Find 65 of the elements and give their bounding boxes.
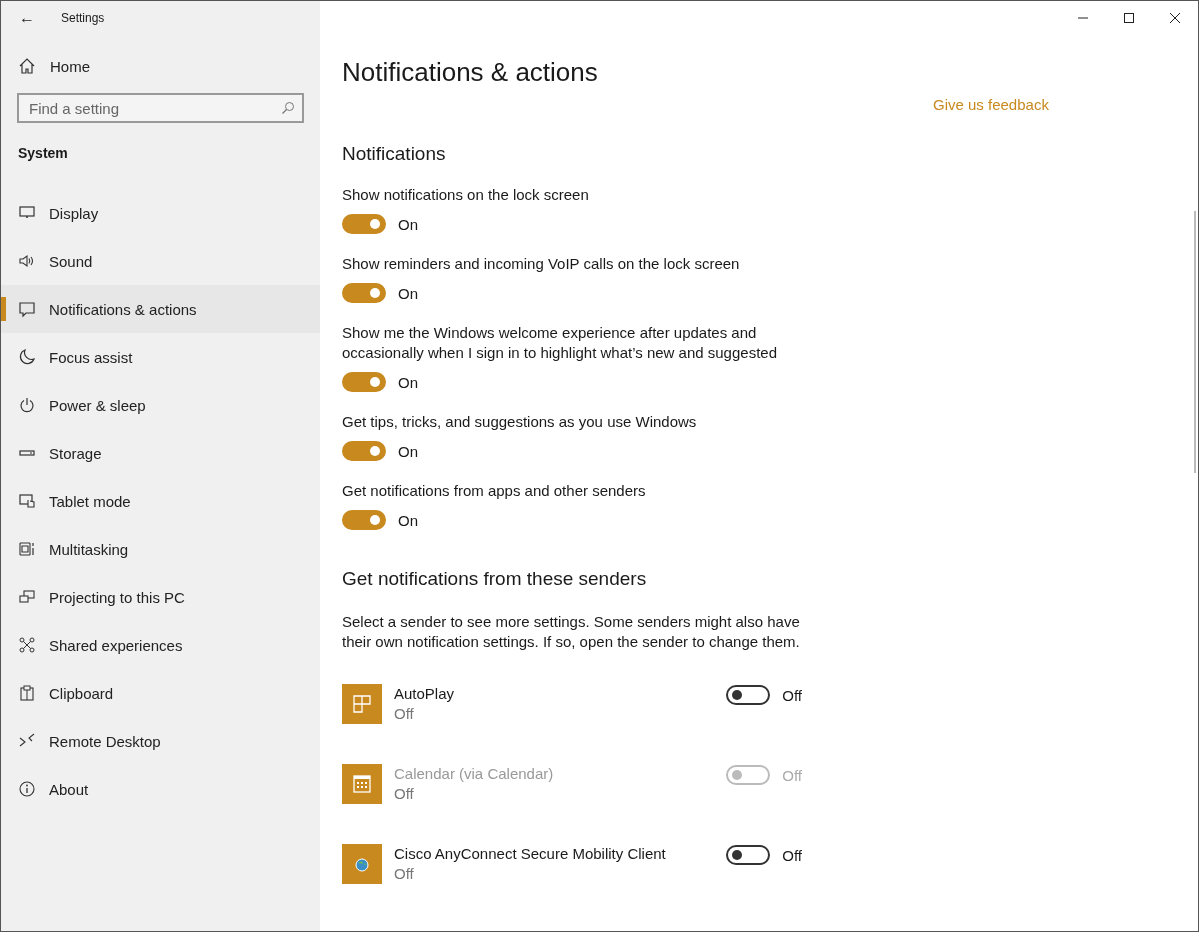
- toggle-switch[interactable]: [342, 510, 386, 530]
- setting-label: Get tips, tricks, and suggestions as you use Windows: [342, 412, 698, 432]
- sidebar-item[interactable]: Display: [1, 189, 320, 237]
- home-icon: [18, 57, 36, 75]
- sidebar-item[interactable]: Multitasking: [1, 525, 320, 573]
- maximize-icon: [1123, 12, 1135, 24]
- setting-label: Show notifications on the lock screen: [342, 185, 590, 205]
- share-nodes-icon: [18, 636, 36, 654]
- toggle-switch[interactable]: [342, 214, 386, 234]
- home-link[interactable]: Home: [18, 57, 90, 75]
- toggle-switch[interactable]: [342, 441, 386, 461]
- sidebar-item[interactable]: Tablet mode: [1, 477, 320, 525]
- toggle-state: On: [398, 373, 418, 391]
- toggle-state: Off: [782, 766, 802, 784]
- speaker-icon: [18, 252, 36, 270]
- toggle-state: On: [398, 511, 418, 529]
- sidebar-item[interactable]: Projecting to this PC: [1, 573, 320, 621]
- sender-name[interactable]: Cisco AnyConnect Secure Mobility Client: [394, 844, 727, 864]
- toggle-state: On: [398, 215, 418, 233]
- calendar-icon: [342, 764, 382, 804]
- sender-status: Off: [394, 704, 415, 724]
- screens-icon: [18, 588, 36, 606]
- sidebar-item[interactable]: Clipboard: [1, 669, 320, 717]
- sidebar-item[interactable]: Shared experiences: [1, 621, 320, 669]
- toggle-switch[interactable]: [342, 283, 386, 303]
- toggle-state: Off: [782, 846, 802, 864]
- toggle-state: On: [398, 284, 418, 302]
- sidebar-item[interactable]: About: [1, 765, 320, 813]
- sidebar-item[interactable]: Focus assist: [1, 333, 320, 381]
- sidebar-item[interactable]: Storage: [1, 429, 320, 477]
- setting-label: Show reminders and incoming VoIP calls on the lock screen: [342, 254, 741, 274]
- toggle-state: On: [398, 442, 418, 460]
- search-icon: [281, 101, 295, 115]
- section-heading: System: [18, 145, 69, 161]
- sender-status: Off: [394, 784, 415, 804]
- search-field[interactable]: Find a setting: [17, 93, 304, 123]
- clipboard-icon: [18, 684, 36, 702]
- page-title: Notifications & actions: [342, 57, 599, 88]
- section-heading: Notifications: [342, 143, 447, 165]
- sidebar-item[interactable]: Sound: [1, 237, 320, 285]
- sidebar-item[interactable]: Power & sleep: [1, 381, 320, 429]
- scrollbar[interactable]: [1194, 211, 1196, 473]
- window-title: Settings: [61, 11, 105, 25]
- toggle-switch[interactable]: [726, 845, 771, 865]
- close-icon: [1169, 12, 1181, 24]
- autoplay-icon: [342, 684, 382, 724]
- toggle-state: Off: [782, 686, 802, 704]
- setting-label: Get notifications from apps and other senders: [342, 481, 647, 501]
- tablet-hand-icon: [18, 492, 36, 510]
- power-icon: [18, 396, 36, 414]
- sidebar-item[interactable]: Remote Desktop: [1, 717, 320, 765]
- section-heading: Get notifications from these senders: [342, 568, 648, 590]
- back-button[interactable]: ←: [17, 9, 37, 27]
- speech-bubble-icon: [18, 300, 36, 318]
- sender-status: Off: [394, 864, 415, 884]
- globe-icon: [342, 844, 382, 884]
- info-icon: [18, 780, 36, 798]
- sidebar-item[interactable]: Notifications & actions: [1, 285, 320, 333]
- toggle-switch[interactable]: [726, 685, 771, 705]
- setting-label: Show me the Windows welcome experience after updates and occasionally when I sign in to highlight what’s new and suggested: [342, 323, 778, 363]
- description-text: Select a sender to see more settings. Some senders might also have their own notification settings. If so, open the sender to change them.: [342, 612, 801, 652]
- moon-icon: [18, 348, 36, 366]
- window-layout-icon: [18, 540, 36, 558]
- sender-name[interactable]: AutoPlay: [394, 684, 727, 704]
- toggle-switch[interactable]: [342, 372, 386, 392]
